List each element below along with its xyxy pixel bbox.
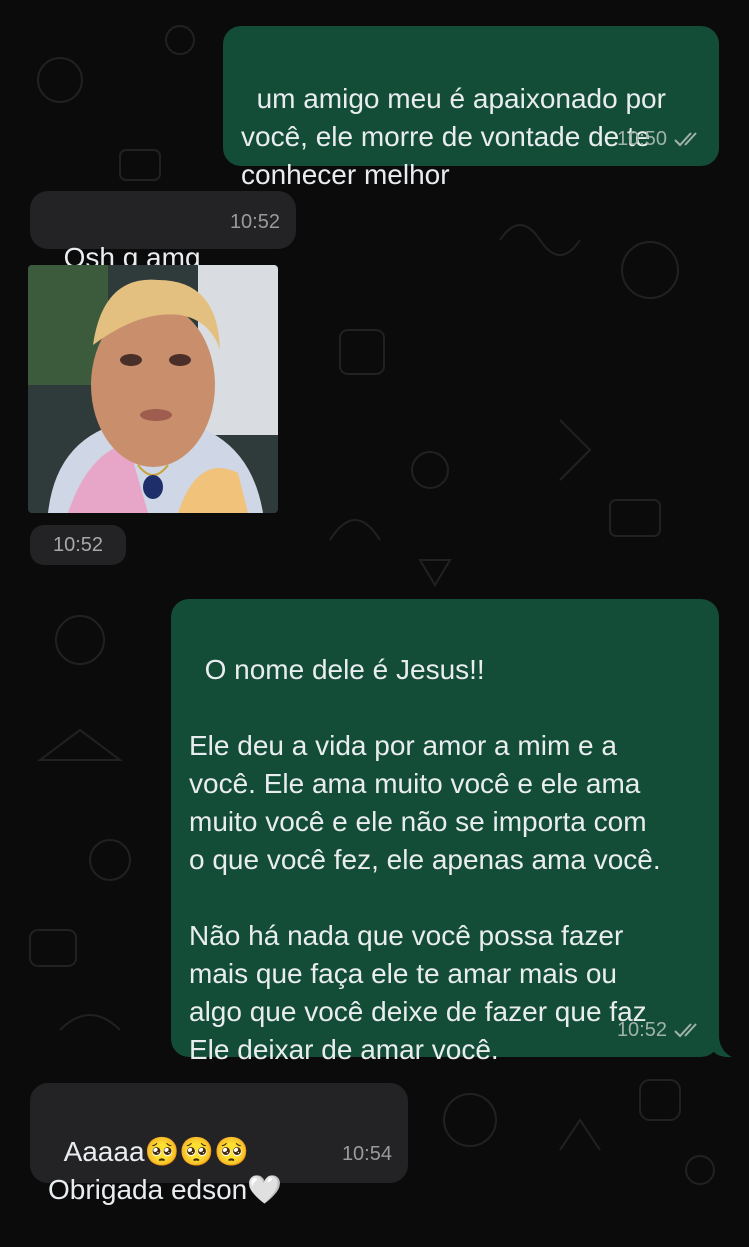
message-meta: 10:52 [617, 1011, 703, 1049]
message-text: Aaaaa🥺🥺🥺 Obrigada edson🤍 [48, 1136, 283, 1205]
double-check-icon [674, 132, 697, 147]
message-time: 10:54 [341, 1143, 392, 1165]
double-check-icon [674, 1023, 697, 1038]
message-meta: 10:50 [617, 120, 703, 158]
message-meta: 10:52 [230, 203, 280, 241]
bubble-tail [712, 1038, 732, 1058]
message-time: 10:50 [616, 128, 667, 150]
incoming-message[interactable]: Aaaaa🥺🥺🥺 Obrigada edson🤍 10:54 [30, 1083, 408, 1205]
message-time: 10:52 [616, 1019, 667, 1041]
shared-photo-image [28, 265, 278, 513]
incoming-message[interactable]: Osh q amg 10:52 [30, 191, 296, 273]
message-meta: 10:54 [342, 1135, 392, 1173]
outgoing-message[interactable]: um amigo meu é apaixonado por você, ele … [223, 26, 719, 190]
outgoing-message[interactable]: O nome dele é Jesus!! Ele deu a vida por… [171, 599, 719, 1065]
image-message[interactable] [28, 265, 278, 513]
image-timestamp: 10:52 [30, 525, 126, 565]
message-time: 10:52 [229, 211, 280, 233]
message-text: O nome dele é Jesus!! Ele deu a vida por… [189, 654, 661, 1065]
